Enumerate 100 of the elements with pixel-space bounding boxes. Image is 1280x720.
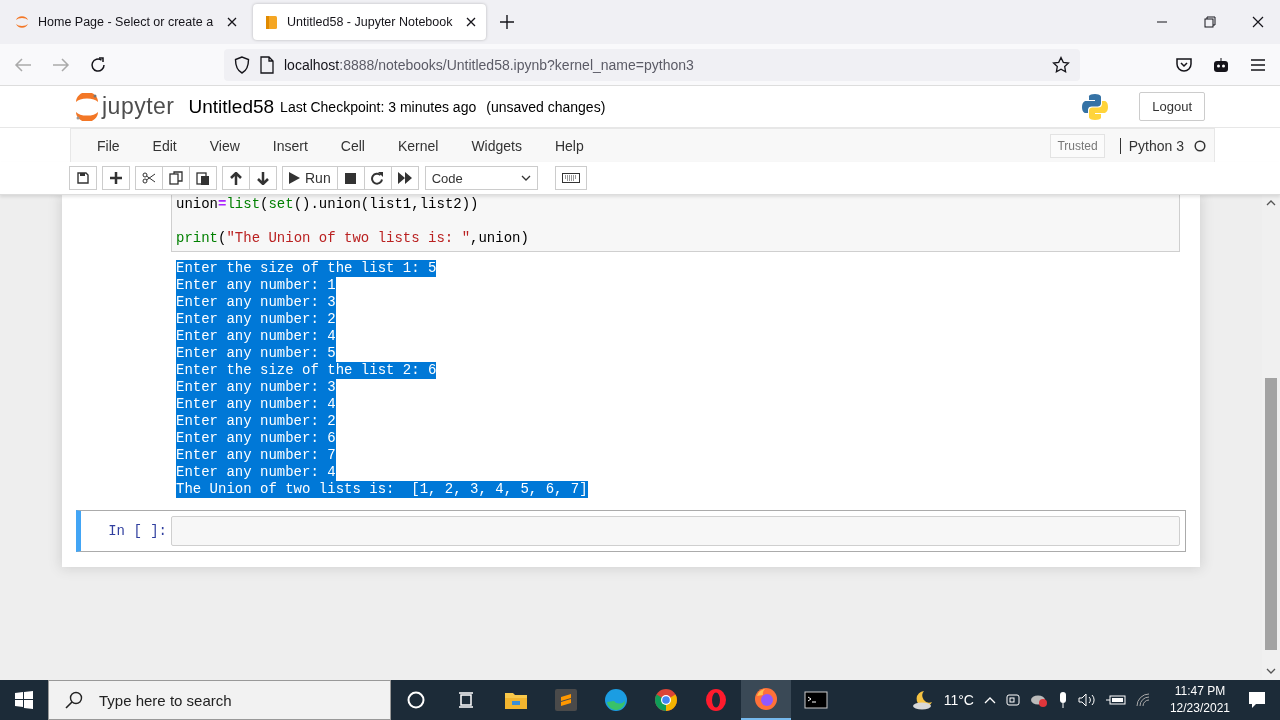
sublime-icon [555, 689, 577, 711]
kernel-name: Python 3 [1128, 137, 1184, 154]
move-up-button[interactable] [222, 166, 250, 190]
new-tab-icon [500, 15, 515, 29]
run-button[interactable]: Run [282, 166, 338, 190]
jupyter-logo-icon [75, 92, 99, 121]
weather-moon-icon [911, 690, 934, 710]
jupyter-logo-icon [14, 14, 30, 30]
terminal-icon [804, 690, 828, 710]
chevron-down-icon [520, 175, 531, 181]
restore-icon [1204, 16, 1216, 28]
scissors-icon [142, 172, 156, 184]
menu-item[interactable]: Kernel [385, 137, 451, 154]
trusted-badge[interactable]: Trusted [1050, 133, 1105, 158]
code-token: list [226, 196, 261, 212]
microphone-icon [1057, 691, 1068, 709]
run-all-button[interactable] [390, 166, 419, 190]
menu-item[interactable]: Help [542, 137, 596, 154]
menu-item[interactable]: Insert [260, 137, 320, 154]
clock-date[interactable]: 12/23/2021 [1169, 700, 1230, 717]
arrow-up-icon [230, 171, 242, 185]
pocket-icon [1176, 56, 1192, 73]
restart-button[interactable] [363, 166, 392, 190]
chevron-up-icon [983, 696, 996, 704]
code-token: "The Union of two lists is: " [226, 230, 471, 246]
menu-item[interactable]: File [85, 137, 132, 154]
search-field[interactable]: Type here to search [97, 690, 361, 710]
copy-button[interactable] [162, 166, 190, 190]
restart-icon [371, 171, 385, 185]
code-cell[interactable]: union=list(set().union(list1,list2)) print("The Union of two lists is: ",union) [171, 195, 1180, 252]
firefox-icon [754, 687, 778, 711]
play-icon [289, 172, 300, 184]
close-icon [466, 17, 477, 27]
fast-forward-icon [397, 172, 412, 184]
move-down-button[interactable] [249, 166, 277, 190]
kernel-status-icon [1194, 139, 1206, 152]
code-token: = [218, 196, 227, 212]
page-icon [260, 55, 274, 74]
menu-icon [1250, 57, 1266, 72]
search-box[interactable]: Type here to search [48, 680, 391, 720]
close-icon [227, 17, 238, 27]
code-token: print [176, 230, 218, 246]
reload-icon [90, 56, 106, 73]
save-button[interactable] [69, 166, 97, 190]
forward-icon [52, 56, 70, 73]
browser-tab[interactable]: Home Page - Select or create a [4, 4, 248, 40]
keyboard-button[interactable] [554, 166, 587, 190]
insert-cell-button[interactable] [102, 166, 130, 190]
battery-icon [1105, 694, 1126, 706]
menu-item[interactable]: View [197, 137, 252, 154]
menu-item[interactable]: Cell [328, 137, 377, 154]
code-token: ( [260, 196, 269, 212]
paste-button[interactable] [189, 166, 217, 190]
back-icon [14, 56, 32, 73]
cut-button[interactable] [135, 166, 163, 190]
robot-icon [1212, 56, 1230, 73]
notification-icon [1248, 691, 1266, 709]
notebook-icon [263, 14, 280, 30]
stop-button[interactable] [336, 166, 365, 190]
windows-start-icon [15, 691, 33, 709]
input-prompt: In [ ]: [107, 523, 168, 539]
folder-icon [504, 690, 528, 710]
code-token: union [176, 196, 218, 212]
shield-icon [234, 55, 250, 74]
url-text: localhost:8888/notebooks/Untitled58.ipynb?kernel_name=python3 [284, 56, 694, 73]
menu-item[interactable]: Widgets [459, 137, 534, 154]
address-bar[interactable]: localhost:8888/notebooks/Untitled58.ipynb?kernel_name=python3 [224, 48, 1080, 81]
task-view-icon [456, 690, 476, 710]
code-token: ().union(list1,list2)) [293, 196, 479, 212]
chrome-icon [654, 688, 678, 712]
menu-item[interactable]: Edit [140, 137, 189, 154]
cell-input-field[interactable] [171, 516, 1180, 546]
python-logo-icon [1081, 92, 1110, 121]
cell-type-dropdown[interactable]: Code [424, 166, 538, 190]
camera-icon [1005, 692, 1020, 708]
plus-icon [110, 172, 122, 184]
circle-icon [406, 690, 426, 710]
keyboard-icon [561, 173, 580, 183]
clipboard-icon [196, 171, 210, 185]
wifi-icon [1135, 693, 1152, 707]
code-token: ,union) [470, 230, 529, 246]
empty-cell[interactable]: In [ ]: [76, 510, 1186, 552]
code-token: set [268, 196, 294, 212]
logout-button[interactable]: Logout [1139, 92, 1205, 121]
bookmark-star-icon [1052, 55, 1070, 74]
jupyter-logo-text[interactable]: jupyter [102, 93, 175, 120]
opera-icon [704, 688, 728, 712]
browser-tab[interactable]: Untitled58 - Jupyter Notebook [253, 4, 487, 40]
search-icon [65, 691, 83, 709]
save-icon [77, 172, 89, 184]
temperature[interactable]: 11°C [943, 692, 974, 708]
save-status: (unsaved changes) [486, 98, 606, 115]
notebook-title[interactable]: Untitled58 [188, 95, 275, 118]
clock-time[interactable]: 11:47 PM [1174, 683, 1226, 700]
arrow-down-icon [257, 171, 269, 185]
copy-icon [169, 171, 183, 185]
code-token: ( [218, 230, 227, 246]
stop-icon [345, 172, 357, 184]
edge-icon [604, 688, 628, 712]
close-icon [1252, 16, 1264, 28]
